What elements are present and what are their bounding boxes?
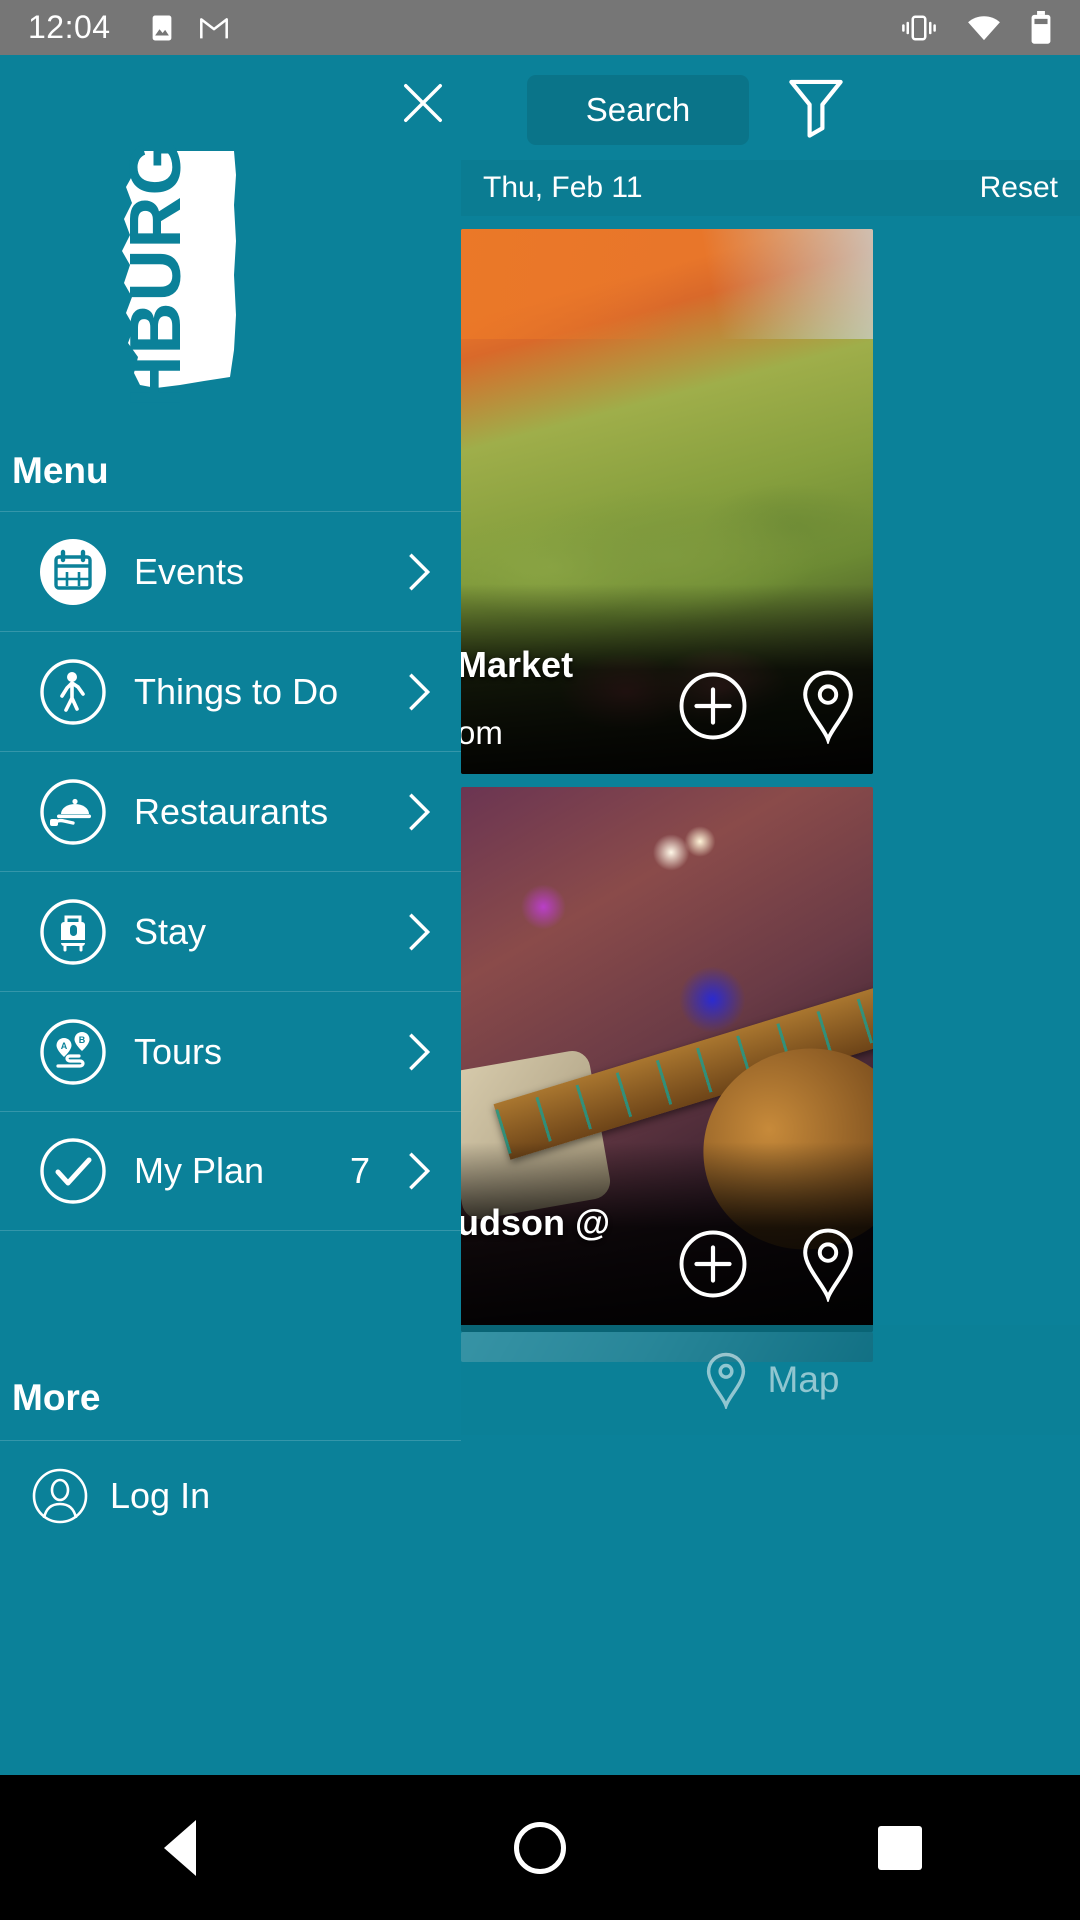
sidebar-item-my-plan[interactable]: My Plan 7 [0,1111,461,1231]
chevron-right-icon [409,553,430,590]
close-icon[interactable] [400,80,446,126]
hburg-mississippi-logo: HBURG [116,139,236,408]
my-plan-count-badge: 7 [349,1150,370,1191]
map-pin-icon [706,1352,745,1409]
filter-funnel-icon[interactable] [786,77,846,141]
gmail-icon [199,17,228,38]
menu-section-heading: Menu [12,450,109,491]
more-section-heading: More [12,1377,101,1418]
suitcase-icon [39,898,107,966]
map-pins-route-icon: A B [39,1018,107,1086]
sidebar-item-label: Restaurants [134,790,329,832]
plus-circle-icon[interactable] [677,670,749,742]
serving-tray-icon [39,778,107,846]
selected-date[interactable]: Thu, Feb 11 [483,171,643,205]
svg-text:A: A [61,1041,68,1051]
date-filter-bar: Thu, Feb 11 Reset [461,160,1080,216]
chevron-right-icon [409,793,430,830]
event-card-list: Market om udson @ [461,229,1080,1379]
event-card-subtitle: om [461,714,503,751]
sidebar-item-label: Tours [134,1030,223,1072]
app-logo: HBURG [84,139,264,408]
sidebar-item-things-to-do[interactable]: Things to Do [0,631,461,751]
back-triangle-icon[interactable] [150,1818,210,1878]
drawer-more-list: Log In [0,1440,461,1550]
sidebar-item-stay[interactable]: Stay [0,871,461,991]
sidebar-item-restaurants[interactable]: Restaurants [0,751,461,871]
sidebar-item-label: Things to Do [134,670,339,712]
vibrate-icon [902,15,936,40]
event-card-title: Market [461,644,574,685]
chevron-right-icon [409,1033,430,1070]
event-card-title: udson @ [461,1202,611,1243]
navigation-drawer: HBURG Menu Events Things to Do Restauran… [0,55,461,1775]
chevron-right-icon [409,913,430,950]
battery-icon [1031,10,1051,44]
sidebar-item-label: My Plan [134,1150,265,1191]
app-screen: 12:04 Search Thu, Feb 11 Reset Market om… [0,0,1080,1920]
event-card[interactable]: udson @ [461,787,873,1332]
event-card[interactable]: Market om [461,229,873,774]
chevron-right-icon [409,1152,430,1190]
event-card-actions [677,1226,859,1302]
status-bar-clock: 12:04 [28,9,111,45]
svg-text:B: B [79,1035,86,1045]
android-navigation-bar [0,1775,1080,1920]
status-bar-system-icons [900,10,1052,45]
status-bar: 12:04 [0,0,1080,55]
drawer-menu-list: Events Things to Do Restaurants Stay A B… [0,511,461,1231]
map-toggle-button[interactable]: Map [461,1325,1080,1435]
sidebar-item-events[interactable]: Events [0,511,461,631]
home-circle-icon[interactable] [510,1818,570,1878]
svg-text:HBURG: HBURG [116,145,196,407]
walking-person-icon [39,658,107,726]
reset-button[interactable]: Reset [980,171,1058,205]
map-toggle-label: Map [767,1359,840,1400]
sidebar-item-label: Events [134,550,245,592]
map-pin-icon[interactable] [797,668,859,744]
wifi-icon [968,15,1000,40]
sidebar-item-log-in[interactable]: Log In [0,1440,461,1550]
user-avatar-icon [32,1468,88,1524]
image-icon [152,15,171,40]
chevron-right-icon [409,673,430,710]
event-card-actions [677,668,859,744]
calendar-icon [39,538,107,606]
sidebar-item-tours[interactable]: A B Tours [0,991,461,1111]
search-button[interactable]: Search [527,75,749,145]
sidebar-item-label: Log In [110,1474,211,1516]
search-button-label: Search [585,91,691,128]
plus-circle-icon[interactable] [677,1228,749,1300]
check-circle-icon [39,1137,107,1205]
status-bar-notification-icons [147,13,229,43]
recents-square-icon[interactable] [870,1818,930,1878]
map-pin-icon[interactable] [797,1226,859,1302]
sidebar-item-label: Stay [134,910,207,952]
